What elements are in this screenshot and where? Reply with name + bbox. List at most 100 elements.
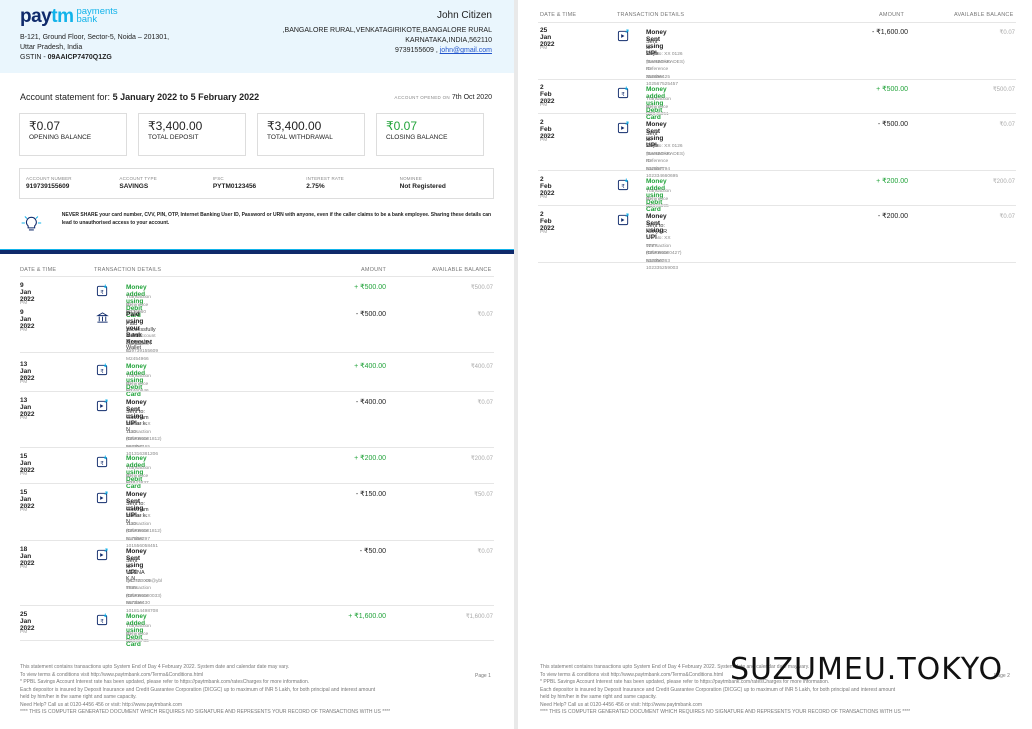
statement-period-value: 5 January 2022 to 5 February 2022 <box>112 92 260 102</box>
add-money-icon: ₹ <box>96 284 109 297</box>
available-balance: ₹0.07 <box>999 30 1016 36</box>
col-header-date: DATE & TIME <box>540 12 577 18</box>
bank-address-line2: Uttar Pradesh, India <box>20 44 83 51</box>
page-number: Page 1 <box>475 673 491 679</box>
svg-text:₹: ₹ <box>100 618 104 625</box>
row-divider <box>538 113 1016 114</box>
gstin-value: 09AAICP7470Q1ZG <box>47 54 112 61</box>
available-balance: ₹1,600.07 <box>465 614 493 620</box>
customer-address-line1: ,BANGALORE RURAL,VENKATAGIRIKOTE,BANGALO… <box>282 27 492 34</box>
available-balance: ₹0.07 <box>477 549 494 555</box>
summary-label: CLOSING BALANCE <box>386 134 448 141</box>
col-header-amount: AMOUNT <box>361 267 387 273</box>
bank-icon <box>96 311 109 324</box>
row-divider <box>20 483 494 484</box>
row-divider <box>20 640 494 641</box>
lightbulb-icon <box>21 216 42 231</box>
footer-line: **** THIS IS COMPUTER GENERATED DOCUMENT… <box>20 709 391 715</box>
transaction-meta: Reference No : <box>646 196 669 210</box>
add-money-icon: ₹ <box>96 363 109 376</box>
available-balance: ₹500.07 <box>470 285 493 291</box>
transaction-amount: - ₹50.00 <box>359 548 386 555</box>
footer-line: Each depositor is insured by Deposit Ins… <box>540 686 896 693</box>
svg-text:₹: ₹ <box>100 289 104 296</box>
transaction-amount: - ₹500.00 <box>877 121 908 128</box>
upi-send-icon <box>96 491 109 504</box>
row-divider <box>20 540 494 541</box>
row-divider <box>20 352 494 353</box>
upi-send-icon <box>617 29 630 42</box>
summary-value: ₹0.07 <box>29 119 60 133</box>
field-key: ACCOUNT TYPE <box>119 176 157 181</box>
transaction-meta: Reference Number: 101814498708 <box>126 593 159 614</box>
nominee-field: NOMINEE Not Registered <box>400 175 493 198</box>
col-header-balance: AVAILABLE BALANCE <box>432 267 492 273</box>
account-opened: ACCOUNT OPENED ON 7th Oct 2020 <box>394 94 492 101</box>
available-balance: ₹500.07 <box>992 87 1015 93</box>
summary-value: ₹3,400.00 <box>267 119 322 133</box>
add-money-icon: ₹ <box>96 613 109 626</box>
available-balance: ₹0.07 <box>477 400 494 406</box>
field-value: Not Registered <box>399 183 446 190</box>
transaction-time: 5:08 PM <box>540 225 550 235</box>
footer-line: Need Help? Call us at 0120-4456 456 or v… <box>540 701 703 708</box>
footer-notes: This statement contains transactions upt… <box>20 664 440 717</box>
field-value: 919739155609 <box>26 183 70 190</box>
interest-rate-field: INTEREST RATE 2.75% <box>306 175 399 198</box>
customer-phone: 9739155609 <box>394 47 434 54</box>
transaction-time: 6:34 PM <box>20 625 30 635</box>
transaction-amount: - ₹150.00 <box>355 491 386 498</box>
paytm-payments-bank-logo: paytm payments bank <box>20 7 118 27</box>
field-key: INTEREST RATE <box>306 176 344 181</box>
statement-period: Account statement for: 5 January 2022 to… <box>20 92 259 102</box>
summary-card-total-deposit: ₹3,400.00 TOTAL DEPOSIT <box>138 113 246 156</box>
summary-card-total-withdrawal: ₹3,400.00 TOTAL WITHDRAWAL <box>257 113 365 156</box>
summary-label: TOTAL WITHDRAWAL <box>267 134 333 141</box>
field-value: PYTM0123456 <box>212 183 257 190</box>
transaction-time: 12:44 PM <box>20 560 33 570</box>
transaction-amount: - ₹1,600.00 <box>872 29 908 36</box>
account-opened-value: 7th Oct 2020 <box>451 94 492 101</box>
upi-send-icon <box>96 399 109 412</box>
transaction-amount: + ₹500.00 <box>876 86 908 93</box>
summary-card-opening-balance: ₹0.07 OPENING BALANCE <box>19 113 127 156</box>
logo-sub-bank: bank <box>76 14 98 25</box>
transaction-time: 5:07 PM <box>540 190 550 200</box>
customer-name: John Citizen <box>436 10 492 21</box>
header-rule <box>20 276 494 277</box>
transaction-amount: - ₹200.00 <box>877 213 908 220</box>
transaction-amount: + ₹200.00 <box>354 455 386 462</box>
field-value: 2.75% <box>306 183 325 190</box>
available-balance: ₹400.07 <box>470 364 493 370</box>
customer-address-line2: KARNATAKA,INDIA,562110 <box>405 37 492 44</box>
col-header-details: TRANSACTION DETAILS <box>617 12 685 18</box>
row-divider <box>20 391 494 392</box>
ifsc-field: IFSC PYTM0123456 <box>213 175 306 198</box>
footer-line: **** THIS IS COMPUTER GENERATED DOCUMENT… <box>540 709 911 715</box>
available-balance: ₹200.07 <box>470 456 493 462</box>
bank-address-line1: B-121, Ground Floor, Sector-5, Noida – 2… <box>20 34 170 41</box>
svg-text:₹: ₹ <box>100 460 104 467</box>
field-value: SAVINGS <box>119 183 149 190</box>
transaction-time: 4:41 PM <box>540 98 550 108</box>
statement-page-2: DATE & TIME TRANSACTION DETAILS AMOUNT A… <box>518 0 1032 729</box>
customer-email-link[interactable]: john@gmail.com <box>440 47 492 54</box>
transaction-time: 2:21 PM <box>20 411 30 421</box>
transaction-amount: + ₹500.00 <box>354 284 386 291</box>
transaction-time: 1:41 PM <box>20 467 30 477</box>
summary-cards: ₹0.07 OPENING BALANCE ₹3,400.00 TOTAL DEPO… <box>19 113 484 156</box>
gstin-label: GSTIN - <box>20 54 46 61</box>
transaction-time: 1:43 PM <box>20 503 30 513</box>
divider-bar <box>0 250 514 254</box>
security-warning: NEVER SHARE your card number, CVV, PIN, … <box>20 212 500 234</box>
col-header-balance: AVAILABLE BALANCE <box>954 12 1014 18</box>
row-divider <box>538 79 1016 80</box>
footer-line: held by him/her in the same right and sa… <box>540 694 657 700</box>
account-type-field: ACCOUNT TYPE SAVINGS <box>119 175 212 198</box>
security-warning-text: NEVER SHARE your card number, CVV, PIN, … <box>61 212 492 226</box>
transaction-time: 6:38 PM <box>540 41 550 51</box>
transaction-time: 3:39 PM <box>20 323 30 333</box>
row-divider <box>20 447 494 448</box>
row-divider <box>20 605 494 606</box>
available-balance: ₹0.07 <box>999 122 1016 128</box>
